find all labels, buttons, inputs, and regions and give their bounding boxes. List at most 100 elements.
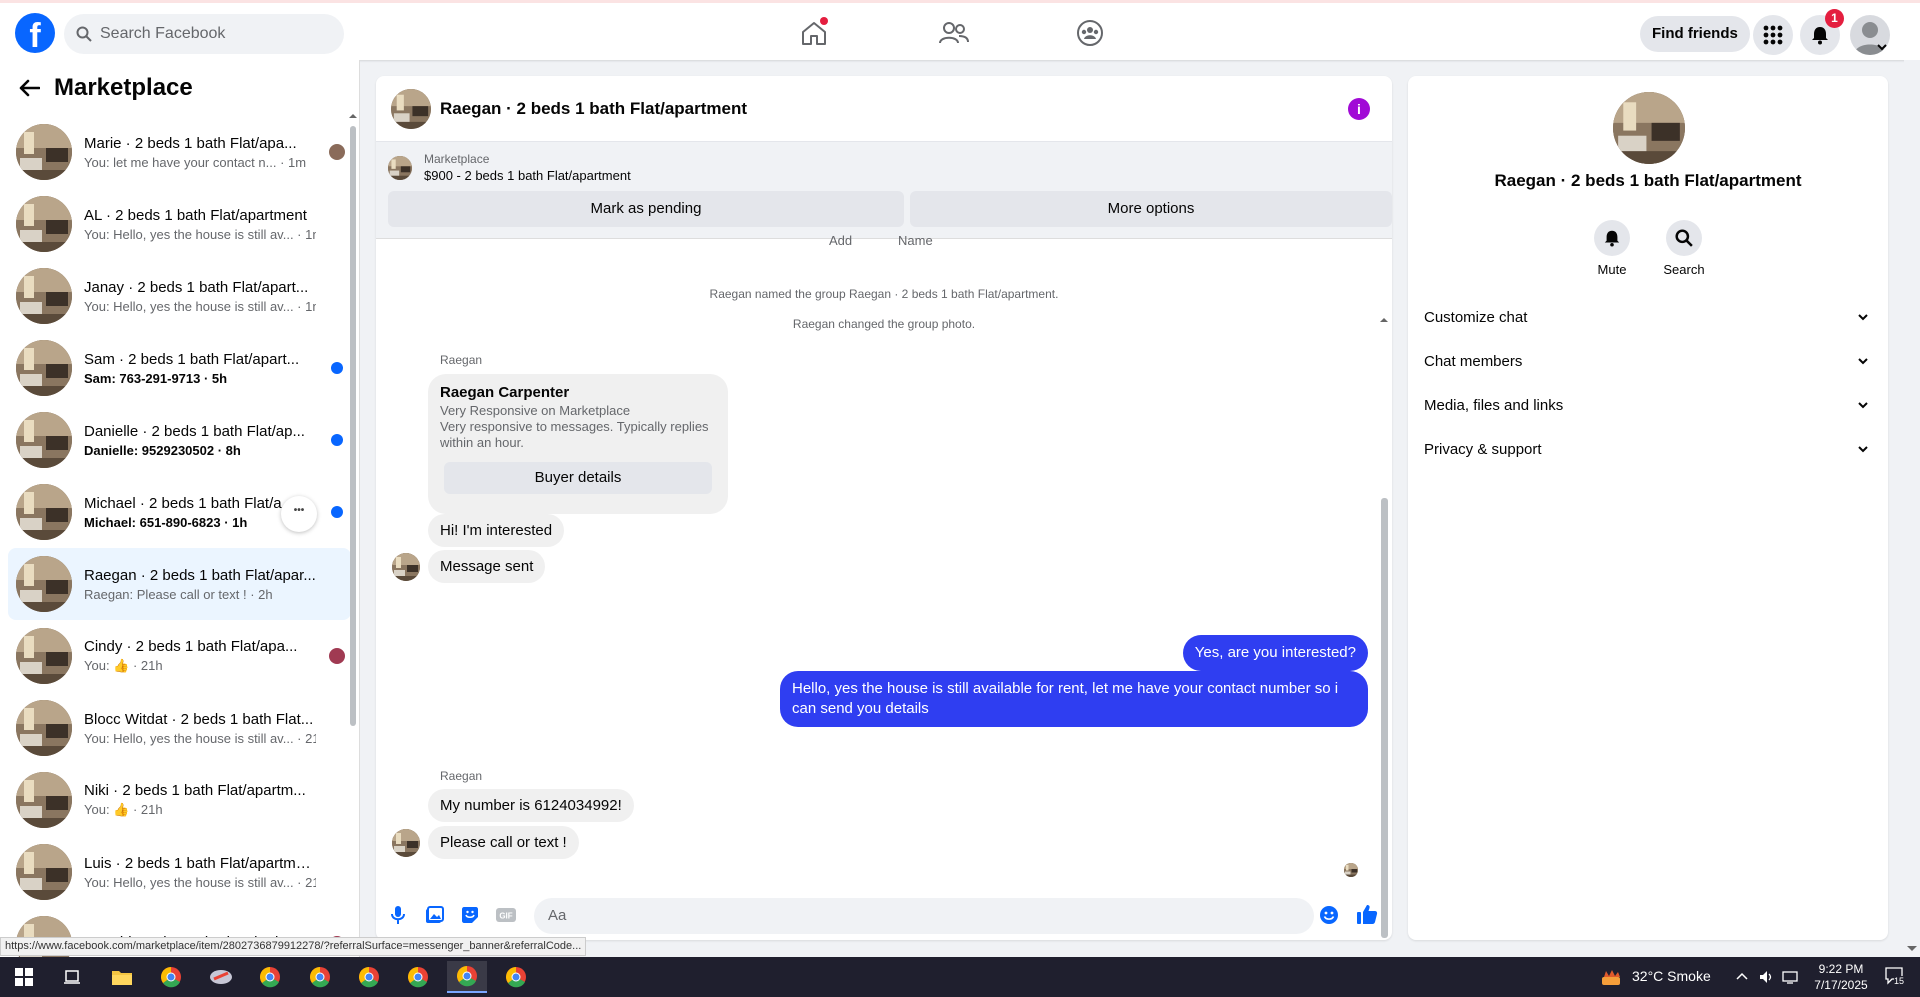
- conversation-thumbnail: [16, 196, 72, 252]
- taskbar-chrome-profile[interactable]: [250, 961, 290, 993]
- listing-room-photo: [388, 155, 412, 180]
- start-button[interactable]: [4, 961, 44, 993]
- incoming-message[interactable]: Please call or text !: [428, 826, 579, 859]
- conversation-more-options-button[interactable]: •••: [281, 496, 317, 532]
- scroll-up-arrow-icon[interactable]: [1380, 316, 1388, 324]
- menu-button[interactable]: [1753, 15, 1793, 55]
- back-arrow-icon[interactable]: [18, 79, 40, 97]
- chat-panel: Raegan · 2 beds 1 bath Flat/apartment i …: [376, 76, 1392, 940]
- sidebar-scroll-thumb[interactable]: [350, 126, 356, 726]
- groups-nav-button[interactable]: [1070, 15, 1110, 51]
- listing-room-photo: [16, 268, 72, 324]
- conversation-item[interactable]: Niki · 2 beds 1 bath Flat/apartm... You: …: [8, 764, 351, 836]
- sender-name: Raegan: [440, 769, 483, 783]
- find-friends-button[interactable]: Find friends: [1640, 16, 1750, 52]
- network-icon[interactable]: [1782, 969, 1798, 985]
- search-input[interactable]: Search Facebook: [64, 14, 344, 54]
- outgoing-message[interactable]: Hello, yes the house is still available …: [780, 671, 1368, 727]
- message-thread: Add Name Raegan named the group Raegan ·…: [376, 233, 1392, 879]
- more-options-button[interactable]: More options: [910, 191, 1392, 227]
- search-placeholder: Search Facebook: [100, 25, 226, 42]
- taskbar-chrome-active[interactable]: [447, 961, 487, 993]
- speaker-icon[interactable]: [1758, 969, 1774, 985]
- conversation-item[interactable]: Michael · 2 beds 1 bath Flat/a... Michael…: [8, 476, 351, 548]
- sidebar-scrollbar[interactable]: [349, 60, 357, 726]
- chat-members-section[interactable]: Chat members: [1424, 344, 1872, 380]
- conversation-item[interactable]: Janay · 2 beds 1 bath Flat/apart... You: …: [8, 260, 351, 332]
- taskbar-file-explorer[interactable]: [102, 961, 142, 993]
- listing-room-photo: [392, 553, 420, 581]
- media-files-links-section[interactable]: Media, files and links: [1424, 388, 1872, 424]
- chat-group-photo[interactable]: [1613, 92, 1685, 164]
- conversation-item[interactable]: Blocc Witdat · 2 beds 1 bath Flat... You:…: [8, 692, 351, 764]
- chevron-down-icon: [1858, 446, 1868, 453]
- taskbar-chrome[interactable]: [151, 961, 191, 993]
- buyer-name: Raegan Carpenter: [440, 384, 570, 401]
- page-scrollbar[interactable]: [1904, 60, 1920, 957]
- listing-room-photo: [16, 628, 72, 684]
- conversation-item[interactable]: Sam · 2 beds 1 bath Flat/apart... Sam: 76…: [8, 332, 351, 404]
- conversation-item[interactable]: Marie · 2 beds 1 bath Flat/apa... You: le…: [8, 116, 351, 188]
- taskbar-chrome-profile[interactable]: [398, 961, 438, 993]
- conversation-item[interactable]: Cindy · 2 beds 1 bath Flat/apa... You: 👍 …: [8, 620, 351, 692]
- outgoing-message[interactable]: Yes, are you interested?: [1182, 635, 1368, 671]
- home-notification-dot: [820, 17, 828, 25]
- privacy-support-section[interactable]: Privacy & support: [1424, 432, 1872, 468]
- listing-room-photo: [16, 844, 72, 900]
- weather-icon[interactable]: [1600, 967, 1622, 987]
- taskbar-chrome-profile[interactable]: [300, 961, 340, 993]
- buyer-details-button[interactable]: Buyer details: [444, 462, 712, 494]
- home-nav-button[interactable]: [794, 15, 834, 51]
- listing-summary[interactable]: Marketplace $900 - 2 beds 1 bath Flat/ap…: [388, 152, 631, 183]
- conversation-preview: You: 👍 · 21h: [84, 802, 163, 817]
- scroll-up-arrow-icon[interactable]: [349, 112, 357, 120]
- task-view-button[interactable]: [52, 961, 92, 993]
- mark-as-pending-button[interactable]: Mark as pending: [388, 191, 904, 227]
- sender-avatar[interactable]: [392, 829, 420, 857]
- search-in-chat-button[interactable]: Search: [1654, 220, 1714, 277]
- conversation-item[interactable]: Danielle · 2 beds 1 bath Flat/ap... Danie…: [8, 404, 351, 476]
- mute-button[interactable]: Mute: [1582, 220, 1642, 277]
- gif-button[interactable]: GIF: [488, 897, 524, 933]
- scroll-down-arrow-icon[interactable]: [1907, 944, 1917, 952]
- notifications-button[interactable]: 1: [1800, 9, 1844, 55]
- listing-room-photo: [16, 772, 72, 828]
- microphone-icon: [391, 906, 405, 924]
- conversation-text: Raegan · 2 beds 1 bath Flat/apar... Raega…: [84, 567, 316, 602]
- sticker-button[interactable]: [452, 897, 488, 933]
- windows-taskbar: 32°C Smoke 9:22 PM 7/17/2025 15: [0, 957, 1920, 997]
- chat-title[interactable]: Raegan · 2 beds 1 bath Flat/apartment: [440, 99, 747, 119]
- account-chevron-down-icon[interactable]: [1876, 41, 1888, 53]
- sender-avatar[interactable]: [392, 553, 420, 581]
- facebook-logo-icon[interactable]: f: [15, 13, 55, 53]
- emoji-icon[interactable]: [1319, 905, 1339, 925]
- incoming-message[interactable]: Hi! I'm interested: [428, 514, 565, 547]
- notification-center-button[interactable]: 15: [1884, 965, 1908, 989]
- message-input[interactable]: Aa: [534, 898, 1314, 934]
- conversation-item[interactable]: Raegan · 2 beds 1 bath Flat/apar... Raega…: [8, 548, 351, 620]
- chevron-up-icon[interactable]: [1736, 971, 1748, 981]
- conversation-title: Raegan · 2 beds 1 bath Flat/apar...: [84, 566, 316, 584]
- taskbar-chrome-profile[interactable]: [349, 961, 389, 993]
- weather-status[interactable]: 32°C Smoke: [1632, 968, 1711, 984]
- taskbar-chrome-profile[interactable]: [496, 961, 536, 993]
- conversation-item[interactable]: AL · 2 beds 1 bath Flat/apartment You: He…: [8, 188, 351, 260]
- svg-text:GIF: GIF: [499, 912, 512, 921]
- attach-media-button[interactable]: [416, 897, 452, 933]
- incoming-message[interactable]: Message sent: [428, 550, 546, 583]
- customize-chat-section[interactable]: Customize chat: [1424, 300, 1872, 336]
- system-clock[interactable]: 9:22 PM 7/17/2025: [1806, 961, 1876, 993]
- listing-room-photo: [16, 196, 72, 252]
- section-label: Media, files and links: [1424, 397, 1564, 414]
- chat-scroll-thumb[interactable]: [1381, 498, 1388, 938]
- taskbar-app[interactable]: [201, 961, 241, 993]
- friends-nav-button[interactable]: [934, 15, 974, 51]
- voice-clip-button[interactable]: [380, 897, 416, 933]
- incoming-message[interactable]: My number is 6124034992!: [428, 789, 634, 822]
- search-label: Search: [1663, 262, 1705, 277]
- chat-scrollbar[interactable]: [1380, 316, 1388, 938]
- thumbs-up-send-icon[interactable]: [1356, 903, 1378, 925]
- chat-avatar[interactable]: [391, 88, 431, 129]
- info-icon[interactable]: i: [1348, 98, 1370, 120]
- conversation-item[interactable]: Luis · 2 beds 1 bath Flat/apartme... You:…: [8, 836, 351, 908]
